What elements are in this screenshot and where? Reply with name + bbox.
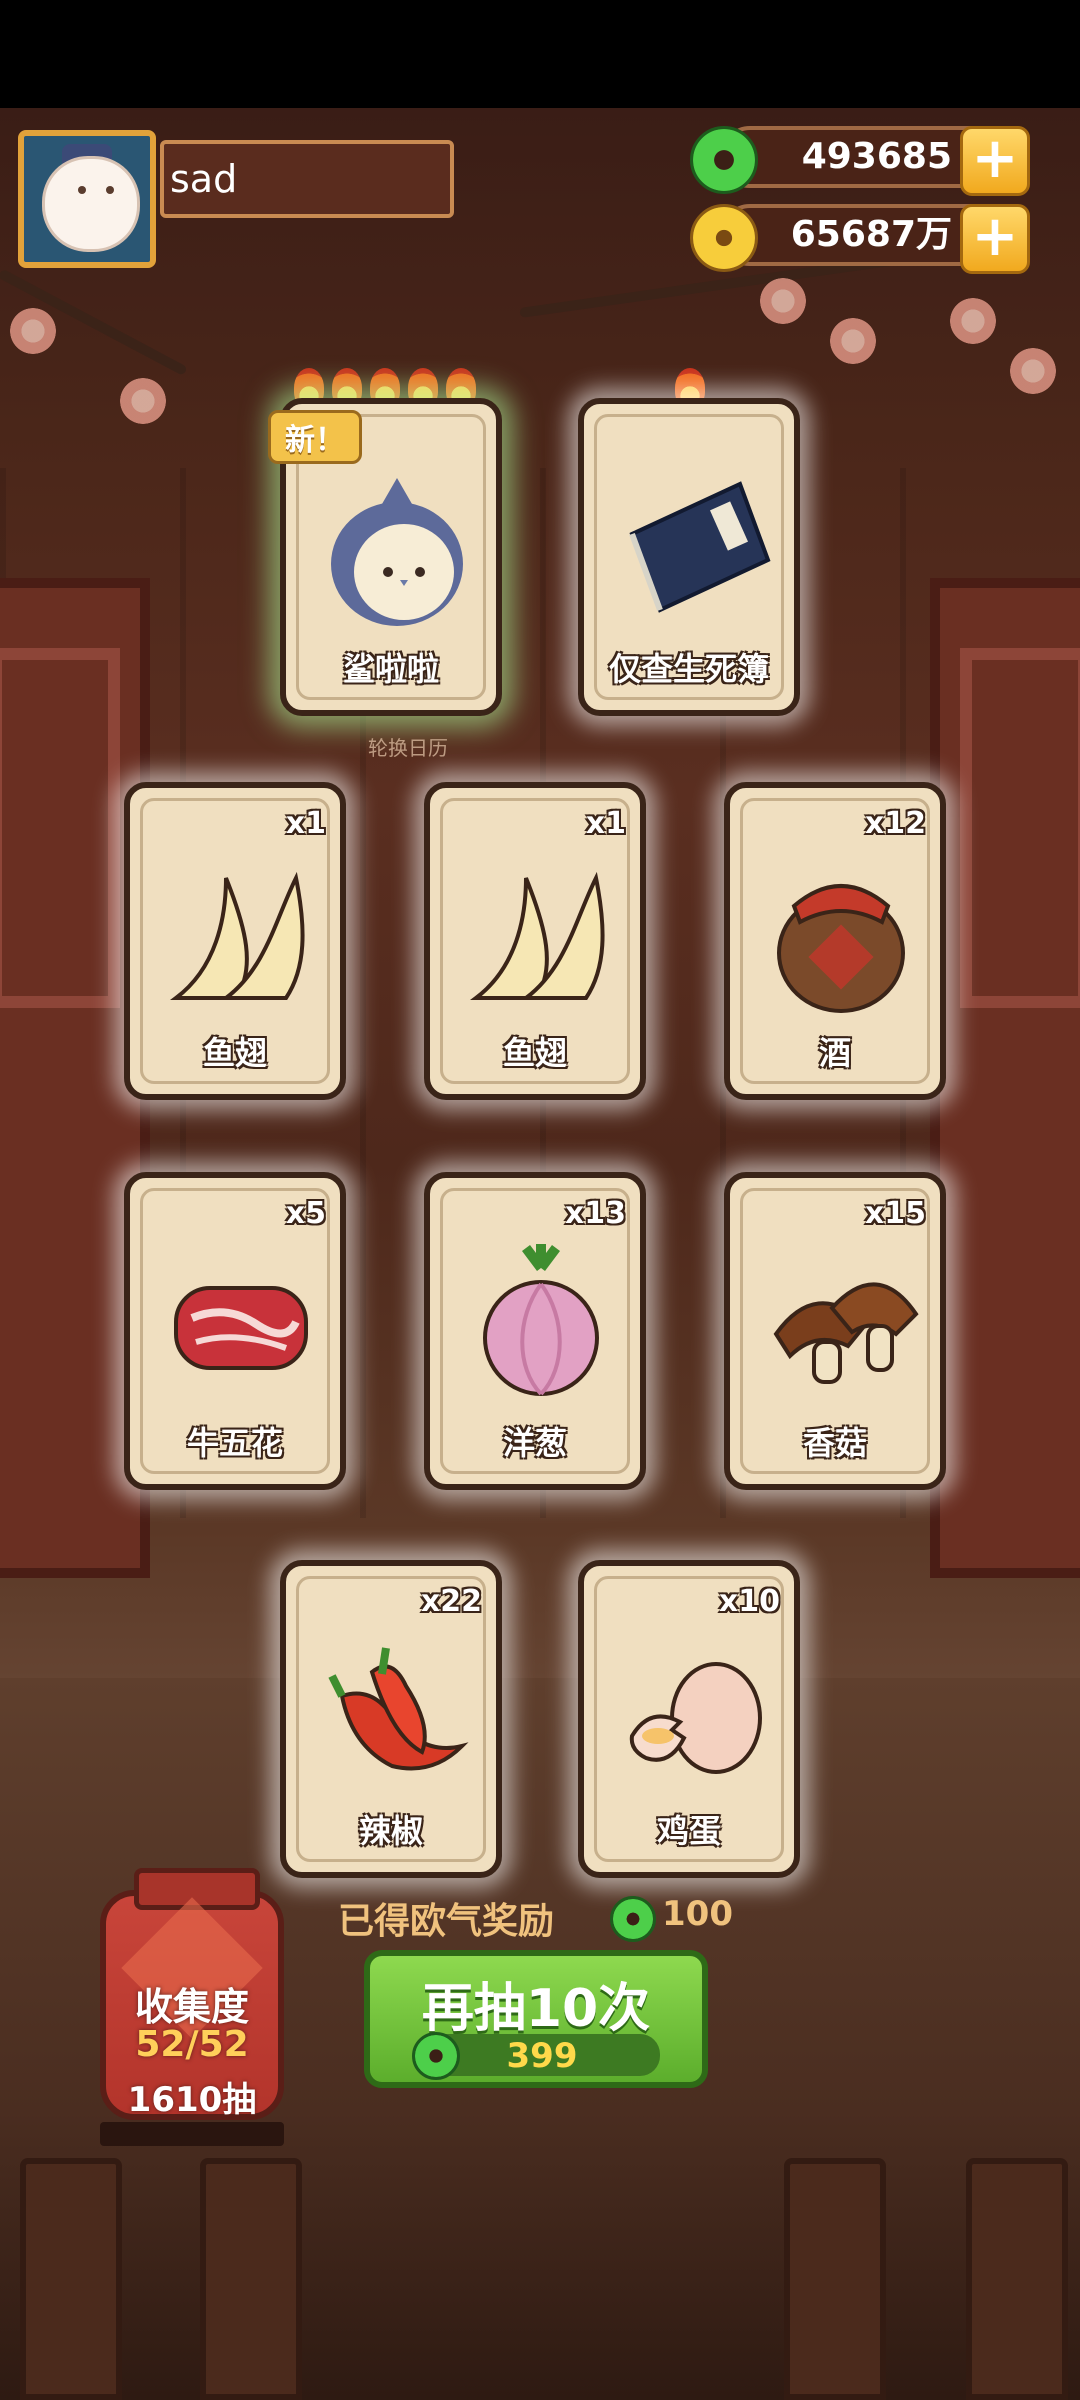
beef-art	[174, 1286, 308, 1370]
player-avatar[interactable]	[18, 130, 156, 268]
fish-fin-art	[170, 871, 305, 1000]
card-quantity: x15	[864, 1196, 926, 1231]
add-jade-button[interactable]: +	[960, 126, 1030, 196]
card-book[interactable]: 仅查生死簿	[578, 398, 800, 716]
card-label: 鱼翅	[202, 1034, 267, 1072]
shark-character-art	[331, 478, 463, 626]
book-art	[629, 481, 771, 613]
card-chili-pepper[interactable]: x22 辣椒	[280, 1560, 502, 1878]
card-label: 牛五花	[186, 1424, 283, 1462]
jade-amount: 493685	[801, 136, 952, 177]
card-label: 鸡蛋	[656, 1812, 721, 1850]
wine-jar-art	[777, 884, 905, 1013]
card-beef[interactable]: x5 牛五花	[124, 1172, 346, 1490]
card-fish-fin[interactable]: x1 鱼翅	[424, 782, 646, 1100]
onion-art	[483, 1244, 599, 1396]
new-badge: 新！	[268, 410, 362, 464]
egg-art	[629, 1662, 762, 1774]
fish-fin-art	[470, 871, 605, 1000]
sign-text: 轮换日历	[368, 736, 448, 760]
collection-lantern[interactable]: 收集度 52/52 1610抽	[100, 1868, 284, 2146]
collection-progress: 52/52	[135, 2024, 249, 2065]
card-quantity: x10	[718, 1584, 780, 1619]
card-quantity: x12	[864, 806, 926, 841]
collection-title: 收集度	[134, 1985, 249, 2029]
right-door-decoration	[930, 578, 1080, 1578]
card-quantity: x22	[420, 1584, 482, 1619]
lucky-reward-amount: 100	[662, 1894, 733, 1934]
card-label: 鱼翅	[502, 1034, 567, 1072]
player-name: sad	[160, 140, 454, 218]
jade-icon	[690, 126, 758, 194]
add-gold-button[interactable]: +	[960, 204, 1030, 274]
card-fish-fin[interactable]: x1 鱼翅	[124, 782, 346, 1100]
card-quantity: x1	[285, 806, 326, 841]
card-quantity: x1	[585, 806, 626, 841]
collection-draw-count: 1610抽	[127, 2080, 257, 2120]
card-label: 仅查生死簿	[608, 650, 769, 688]
card-quantity: x13	[564, 1196, 626, 1231]
gold-coin-icon	[690, 204, 758, 272]
card-label: 鲨啦啦	[342, 650, 439, 688]
jade-icon	[610, 1896, 656, 1942]
avatar-cat-face	[42, 156, 140, 252]
card-label: 洋葱	[502, 1424, 567, 1462]
card-mushroom[interactable]: x15 香菇	[724, 1172, 946, 1490]
draw-cost: 399	[506, 2036, 578, 2076]
draw-again-button[interactable]: 再抽10次 399	[364, 1950, 708, 2088]
draw-again-label: 再抽10次	[421, 1979, 651, 2039]
card-label: 酒	[818, 1034, 851, 1072]
card-egg[interactable]: x10 鸡蛋	[578, 1560, 800, 1878]
card-label: 辣椒	[358, 1812, 423, 1850]
gold-amount: 65687万	[790, 214, 952, 255]
card-quantity: x5	[285, 1196, 326, 1231]
chili-pepper-art	[328, 1647, 469, 1771]
draw-cost-bar: 399	[412, 2032, 660, 2080]
card-wine[interactable]: x12 酒	[724, 782, 946, 1100]
lucky-reward-label: 已得欧气奖励	[338, 1901, 555, 1942]
card-label: 香菇	[802, 1424, 867, 1462]
status-bar	[0, 0, 1080, 108]
card-onion[interactable]: x13 洋葱	[424, 1172, 646, 1490]
mushroom-art	[773, 1282, 919, 1384]
